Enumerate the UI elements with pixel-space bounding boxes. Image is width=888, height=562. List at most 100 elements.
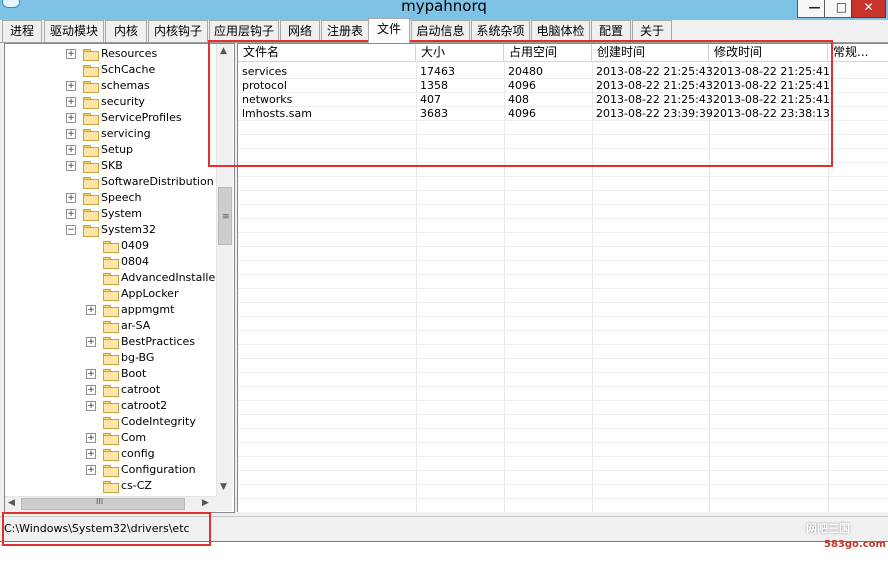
tree-item-label: servicing — [101, 127, 151, 140]
tree-item[interactable]: 0804 — [5, 254, 215, 270]
folder-icon — [83, 177, 99, 189]
tab-about[interactable]: 关于 — [632, 20, 672, 42]
row-gridline — [238, 232, 888, 233]
row-gridline — [238, 456, 888, 457]
expand-icon[interactable]: + — [66, 49, 76, 59]
tree-item[interactable]: + security — [5, 94, 215, 110]
tree-item[interactable]: bg-BG — [5, 350, 215, 366]
folder-icon — [83, 161, 99, 173]
tree-item-label: System — [101, 207, 143, 220]
folder-tree[interactable]: + Resources SchCache + schemas + security + Serv… — [4, 43, 235, 513]
folder-icon — [83, 113, 99, 125]
watermark-url: 583go.com — [824, 539, 886, 550]
tree-item[interactable]: + catroot2 — [5, 398, 215, 414]
expand-icon[interactable]: + — [86, 465, 96, 475]
tree-item-label: SchCache — [101, 63, 156, 76]
tab-network[interactable]: 网络 — [280, 20, 320, 42]
scroll-down-arrow-icon[interactable]: ▼ — [220, 482, 227, 492]
row-gridline — [238, 302, 888, 303]
tree-item-label: bg-BG — [121, 351, 155, 364]
tree-item[interactable]: + Com — [5, 430, 215, 446]
tree-item[interactable]: cs-CZ — [5, 478, 215, 494]
tree-horizontal-scrollbar[interactable]: ◀ III ▶ — [5, 496, 216, 512]
tree-item[interactable]: − System32 — [5, 222, 215, 238]
row-gridline — [238, 386, 888, 387]
expand-icon[interactable]: + — [86, 337, 96, 347]
grip-icon: ≡ — [222, 212, 230, 222]
collapse-icon[interactable]: − — [66, 225, 76, 235]
expand-icon[interactable]: + — [66, 97, 76, 107]
tree-item[interactable]: ar-SA — [5, 318, 215, 334]
expand-icon[interactable]: + — [86, 449, 96, 459]
tree-item[interactable]: 0409 — [5, 238, 215, 254]
expand-icon[interactable]: + — [66, 209, 76, 219]
tab-file[interactable]: 文件 — [368, 18, 410, 43]
watermark-logo-text: 网吧三国 — [806, 522, 850, 535]
folder-icon — [103, 321, 119, 333]
tree-item[interactable]: + SKB — [5, 158, 215, 174]
tree-item[interactable]: + servicing — [5, 126, 215, 142]
tab-config[interactable]: 配置 — [591, 20, 631, 42]
expand-icon[interactable]: + — [86, 433, 96, 443]
row-gridline — [238, 288, 888, 289]
tree-item-label: BestPractices — [121, 335, 196, 348]
tab-registry[interactable]: 注册表 — [321, 20, 369, 42]
tree-item-label: SKB — [101, 159, 123, 172]
tree-item-label: Resources — [101, 47, 158, 60]
tree-item-label: 0409 — [121, 239, 149, 252]
row-gridline — [238, 442, 888, 443]
tree-item[interactable]: AdvancedInstallers — [5, 270, 225, 286]
expand-icon[interactable]: + — [66, 129, 76, 139]
tree-item[interactable]: + Resources — [5, 46, 215, 62]
scroll-right-arrow-icon[interactable]: ▶ — [202, 498, 209, 508]
tab-pc-checkup[interactable]: 电脑体检 — [531, 20, 590, 42]
window-title: mypahnorq — [401, 0, 487, 15]
tree-horizontal-scroll-thumb[interactable]: III — [21, 497, 185, 510]
tree-item[interactable]: + System — [5, 206, 215, 222]
expand-icon[interactable]: + — [66, 113, 76, 123]
column-header-attributes[interactable]: 常规... — [828, 44, 888, 61]
expand-icon[interactable]: + — [86, 369, 96, 379]
scroll-left-arrow-icon[interactable]: ◀ — [8, 498, 15, 508]
expand-icon[interactable]: + — [66, 193, 76, 203]
tree-item[interactable]: + Boot — [5, 366, 215, 382]
expand-icon[interactable]: + — [66, 161, 76, 171]
tree-item-label: catroot — [121, 383, 161, 396]
tab-process[interactable]: 进程 — [2, 20, 42, 42]
tree-item[interactable]: AppLocker — [5, 286, 215, 302]
folder-icon — [83, 225, 99, 237]
tree-item[interactable]: + BestPractices — [5, 334, 215, 350]
tree-item-label: ServiceProfiles — [101, 111, 182, 124]
tab-kernel-hooks[interactable]: 内核钩子 — [148, 20, 208, 42]
tree-item[interactable]: + appmgmt — [5, 302, 215, 318]
expand-icon[interactable]: + — [86, 401, 96, 411]
tree-item[interactable]: + config — [5, 446, 215, 462]
tab-driver-modules[interactable]: 驱动模块 — [44, 20, 104, 42]
tree-item[interactable]: + Speech — [5, 190, 215, 206]
tree-item[interactable]: + schemas — [5, 78, 215, 94]
tab-app-hooks[interactable]: 应用层钩子 — [209, 20, 279, 42]
tree-item[interactable]: + Configuration — [5, 462, 215, 478]
folder-icon — [103, 385, 119, 397]
expand-icon[interactable]: + — [66, 145, 76, 155]
folder-icon — [103, 289, 119, 301]
folder-icon — [83, 65, 99, 77]
expand-icon[interactable]: + — [86, 305, 96, 315]
tree-item[interactable]: + catroot — [5, 382, 215, 398]
tree-item[interactable]: + Setup — [5, 142, 215, 158]
folder-icon — [103, 401, 119, 413]
folder-icon — [83, 81, 99, 93]
tree-vertical-scroll-thumb[interactable]: ≡ — [218, 187, 232, 245]
tab-system-misc[interactable]: 系统杂项 — [471, 20, 530, 42]
tab-startup-info[interactable]: 启动信息 — [411, 20, 470, 42]
tab-kernel[interactable]: 内核 — [105, 20, 147, 42]
expand-icon[interactable]: + — [66, 81, 76, 91]
close-button[interactable]: ✕ — [851, 0, 886, 18]
tree-item[interactable]: SchCache — [5, 62, 215, 78]
folder-icon — [103, 465, 119, 477]
row-gridline — [238, 372, 888, 373]
tree-item[interactable]: SoftwareDistribution — [5, 174, 215, 190]
tree-item[interactable]: CodeIntegrity — [5, 414, 215, 430]
tree-item[interactable]: + ServiceProfiles — [5, 110, 215, 126]
expand-icon[interactable]: + — [86, 385, 96, 395]
